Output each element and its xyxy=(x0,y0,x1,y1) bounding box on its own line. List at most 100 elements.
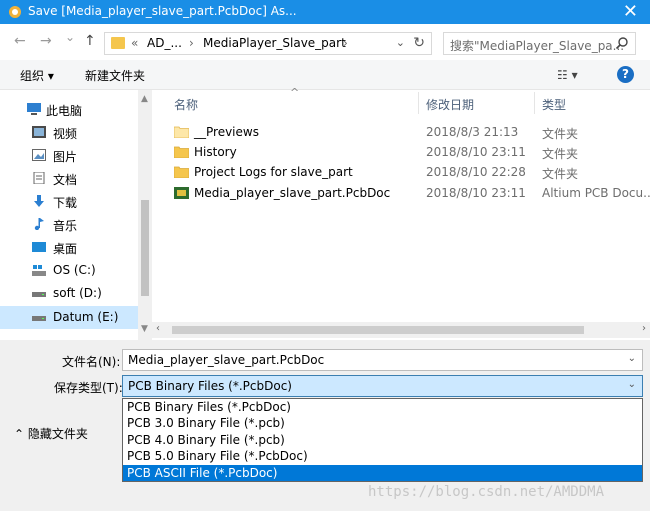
sidebar-item-label: 视频 xyxy=(53,127,78,141)
filetype-label: 保存类型(T): xyxy=(54,381,123,395)
recent-locations-icon[interactable]: ⌄ xyxy=(65,30,75,44)
filetype-option[interactable]: PCB 4.0 Binary File (*.pcb) xyxy=(123,432,642,448)
search-icon[interactable] xyxy=(615,36,629,50)
drive-icon xyxy=(32,292,46,297)
window-title: Save [Media_player_slave_part.PcbDoc] As… xyxy=(28,4,297,18)
breadcrumb-ad[interactable]: AD_... xyxy=(147,36,182,50)
filetype-select[interactable]: PCB Binary Files (*.PcbDoc) ⌄ xyxy=(122,375,643,397)
sidebar-item-label: 此电脑 xyxy=(46,104,83,118)
filename-label: 文件名(N): xyxy=(62,355,121,369)
sidebar-item-desktop[interactable]: 桌面 xyxy=(0,236,138,259)
refresh-icon[interactable]: ↻ xyxy=(413,35,425,51)
sidebar-item-label: 下载 xyxy=(53,196,78,210)
column-header-row: 名称 ^ 修改日期 类型 xyxy=(152,86,650,116)
sidebar-item-documents[interactable]: 文档 xyxy=(0,167,138,190)
sidebar-item-label: 音乐 xyxy=(53,219,78,233)
help-icon[interactable]: ? xyxy=(617,66,634,83)
scroll-up-icon[interactable]: ▲ xyxy=(141,94,148,104)
file-date: 2018/8/10 23:11 xyxy=(426,145,526,159)
altium-icon xyxy=(9,6,21,18)
close-icon[interactable]: ✕ xyxy=(623,1,638,23)
scroll-down-icon[interactable]: ▼ xyxy=(141,324,148,334)
sidebar-item-pictures[interactable]: 图片 xyxy=(0,144,138,167)
sidebar-item-videos[interactable]: 视频 xyxy=(0,121,138,144)
option-label: PCB 4.0 Binary File (*.pcb) xyxy=(127,433,285,447)
drive-icon xyxy=(32,316,46,321)
file-list-horizontal-scrollbar[interactable]: ‹ › xyxy=(152,322,650,338)
option-label: PCB ASCII File (*.PcbDoc) xyxy=(127,466,278,480)
scroll-right-icon[interactable]: › xyxy=(642,323,646,334)
file-name: __Previews xyxy=(194,125,259,139)
scrollbar-thumb[interactable] xyxy=(141,200,149,296)
organize-button[interactable]: 组织 ▾ xyxy=(20,67,54,84)
file-row[interactable]: Project Logs for slave_part 2018/8/10 22… xyxy=(170,162,650,182)
breadcrumb-mediaplayer-slave-part[interactable]: MediaPlayer_Slave_part xyxy=(203,36,346,50)
windows-drive-icon xyxy=(32,265,46,276)
download-icon xyxy=(34,195,44,207)
video-icon xyxy=(32,126,46,138)
column-header-name[interactable]: 名称 xyxy=(174,96,198,113)
forward-arrow-icon[interactable]: → xyxy=(40,33,52,49)
sidebar-item-this-pc[interactable]: 此电脑 xyxy=(0,98,138,121)
chevron-down-icon[interactable]: ⌄ xyxy=(396,36,405,49)
address-overflow[interactable]: « xyxy=(131,36,138,50)
sidebar-item-label: 桌面 xyxy=(53,242,78,256)
option-label: PCB 3.0 Binary File (*.pcb) xyxy=(127,416,285,430)
new-folder-button[interactable]: 新建文件夹 xyxy=(85,67,145,84)
chevron-down-icon[interactable]: ⌄ xyxy=(628,379,636,390)
option-label: PCB Binary Files (*.PcbDoc) xyxy=(127,400,291,414)
pcb-file-icon xyxy=(174,187,189,199)
file-row[interactable]: __Previews 2018/8/3 21:13 文件夹 xyxy=(170,122,650,142)
navigation-pane-scrollbar[interactable]: ▲ ▼ xyxy=(138,90,152,340)
watermark: https://blog.csdn.net/AMDDMA xyxy=(368,484,605,500)
filetype-option[interactable]: PCB 3.0 Binary File (*.pcb) xyxy=(123,415,642,431)
sort-ascending-icon: ^ xyxy=(290,86,300,99)
documents-icon xyxy=(33,172,45,184)
pictures-icon xyxy=(32,149,46,161)
filename-input[interactable]: Media_player_slave_part.PcbDoc xyxy=(128,353,324,367)
scrollbar-thumb[interactable] xyxy=(172,326,584,334)
sidebar-item-music[interactable]: 音乐 xyxy=(0,213,138,236)
file-row[interactable]: History 2018/8/10 23:11 文件夹 xyxy=(170,142,650,162)
sidebar-item-label: soft (D:) xyxy=(53,286,102,300)
folder-icon xyxy=(174,126,189,138)
filetype-option[interactable]: PCB Binary Files (*.PcbDoc) xyxy=(123,399,642,415)
command-toolbar: 组织 ▾ 新建文件夹 ☷ ▾ ? xyxy=(0,60,650,90)
hide-folders-button[interactable]: ⌃ 隐藏文件夹 xyxy=(14,425,88,442)
sidebar-item-os-c[interactable]: OS (C:) xyxy=(0,259,138,282)
column-divider[interactable] xyxy=(418,92,419,114)
file-row[interactable]: Media_player_slave_part.PcbDoc 2018/8/10… xyxy=(170,183,650,203)
column-divider[interactable] xyxy=(534,92,535,114)
filename-field[interactable]: Media_player_slave_part.PcbDoc ⌄ xyxy=(122,349,643,371)
computer-icon xyxy=(27,103,41,115)
scroll-left-icon[interactable]: ‹ xyxy=(156,323,160,334)
title-bar[interactable]: Save [Media_player_slave_part.PcbDoc] As… xyxy=(0,0,650,24)
search-input[interactable]: 搜索"MediaPlayer_Slave_pa... xyxy=(450,37,624,54)
option-label: PCB 5.0 Binary File (*.PcbDoc) xyxy=(127,449,308,463)
chevron-down-icon[interactable]: ⌄ xyxy=(628,353,636,364)
search-box[interactable]: 搜索"MediaPlayer_Slave_pa... xyxy=(443,32,636,55)
save-as-dialog: Save [Media_player_slave_part.PcbDoc] As… xyxy=(0,0,650,511)
sidebar-item-soft-d[interactable]: soft (D:) xyxy=(0,282,138,305)
sidebar-item-label: Datum (E:) xyxy=(53,310,119,324)
file-name: Project Logs for slave_part xyxy=(194,165,353,179)
column-header-type[interactable]: 类型 xyxy=(542,96,566,113)
breadcrumb-separator[interactable]: › xyxy=(189,36,194,50)
sidebar-item-datum-e[interactable]: Datum (E:) xyxy=(0,306,138,329)
folder-icon xyxy=(174,166,189,178)
filetype-option-selected[interactable]: PCB ASCII File (*.PcbDoc) xyxy=(123,465,642,481)
address-bar[interactable]: « AD_... › MediaPlayer_Slave_part › ⌄ ↻ xyxy=(104,32,432,55)
file-name: Media_player_slave_part.PcbDoc xyxy=(194,186,391,200)
file-type: Altium PCB Docu... xyxy=(542,186,650,200)
back-arrow-icon[interactable]: ← xyxy=(14,33,26,49)
up-arrow-icon[interactable]: ↑ xyxy=(84,33,96,49)
desktop-icon xyxy=(32,242,46,252)
filetype-dropdown-list: PCB Binary Files (*.PcbDoc) PCB 3.0 Bina… xyxy=(122,398,643,482)
view-options-icon[interactable]: ☷ ▾ xyxy=(557,68,578,82)
filetype-selected-value[interactable]: PCB Binary Files (*.PcbDoc) xyxy=(128,379,292,393)
column-header-date[interactable]: 修改日期 xyxy=(426,96,474,113)
sidebar-item-downloads[interactable]: 下载 xyxy=(0,190,138,213)
filetype-option[interactable]: PCB 5.0 Binary File (*.PcbDoc) xyxy=(123,448,642,464)
breadcrumb-separator[interactable]: › xyxy=(343,36,348,50)
file-list: 名称 ^ 修改日期 类型 __Previews 2018/8/3 21:13 文… xyxy=(152,86,650,340)
